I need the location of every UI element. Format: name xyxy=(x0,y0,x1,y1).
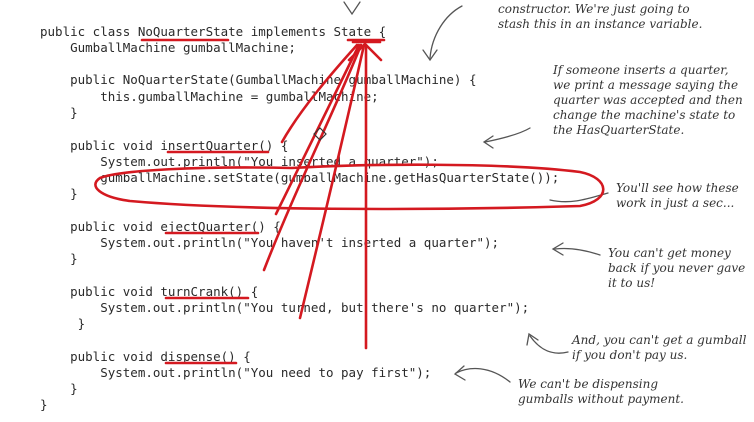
code-line: System.out.println("You need to pay firs… xyxy=(40,365,432,380)
code-line: System.out.println("You turned, but ther… xyxy=(40,300,530,315)
arrow-constructor-head xyxy=(422,49,438,62)
code-line: public void insertQuarter() { xyxy=(40,138,289,153)
code-line: GumballMachine gumballMachine; xyxy=(40,40,296,55)
code-line: public NoQuarterState(GumballMachine gum… xyxy=(40,72,477,87)
code-line: public class NoQuarterState implements S… xyxy=(40,24,387,39)
arrow-no-gumball xyxy=(529,335,569,354)
state-arrowhead xyxy=(347,42,383,62)
annotation-no-money-back: You can't get money back if you never ga… xyxy=(608,246,746,290)
code-line: System.out.println("You haven't inserted… xyxy=(40,235,500,250)
arrow-from-loop xyxy=(274,43,361,216)
code-line: public void ejectQuarter() { xyxy=(40,219,281,234)
arrow-no-money xyxy=(554,247,601,256)
annotation-see-how: You'll see how these work in just a sec.… xyxy=(616,181,739,210)
arrow-insert-head xyxy=(482,135,494,149)
code-listing: public class NoQuarterState implements S… xyxy=(0,0,559,412)
annotation-constructor: constructor. We're just going to stash t… xyxy=(498,2,703,31)
arrow-no-money-head xyxy=(551,242,564,256)
arrow-constructor xyxy=(429,5,463,59)
annotation-dispensing: We can't be dispensing gumballs without … xyxy=(518,377,684,406)
code-line: public void turnCrank() { xyxy=(40,284,259,299)
arrow-dispensing-head xyxy=(453,365,466,381)
annotation-insert-quarter: If someone inserts a quarter, we print a… xyxy=(553,63,743,137)
code-line: gumballMachine.setState(gumballMachine.g… xyxy=(40,170,560,185)
code-line: } xyxy=(40,251,78,266)
arrow-dispensing xyxy=(455,367,511,383)
code-line: } xyxy=(40,186,78,201)
arrow-no-gumball-head xyxy=(526,332,539,346)
arrow-top-mark xyxy=(343,1,361,16)
code-line: System.out.println("You inserted a quart… xyxy=(40,154,439,169)
code-line: } xyxy=(40,316,86,331)
arrow-see-how xyxy=(549,192,609,203)
code-line: public void dispense() { xyxy=(40,349,251,364)
arrow-insert xyxy=(484,127,531,143)
code-annotation-page: public class NoQuarterState implements S… xyxy=(0,0,754,422)
code-line: } xyxy=(40,105,78,120)
code-line: } xyxy=(40,397,48,412)
annotation-no-gumball: And, you can't get a gumball if you don'… xyxy=(572,333,747,362)
code-line: this.gumballMachine = gumballMachine; xyxy=(40,89,379,104)
code-line: } xyxy=(40,381,78,396)
